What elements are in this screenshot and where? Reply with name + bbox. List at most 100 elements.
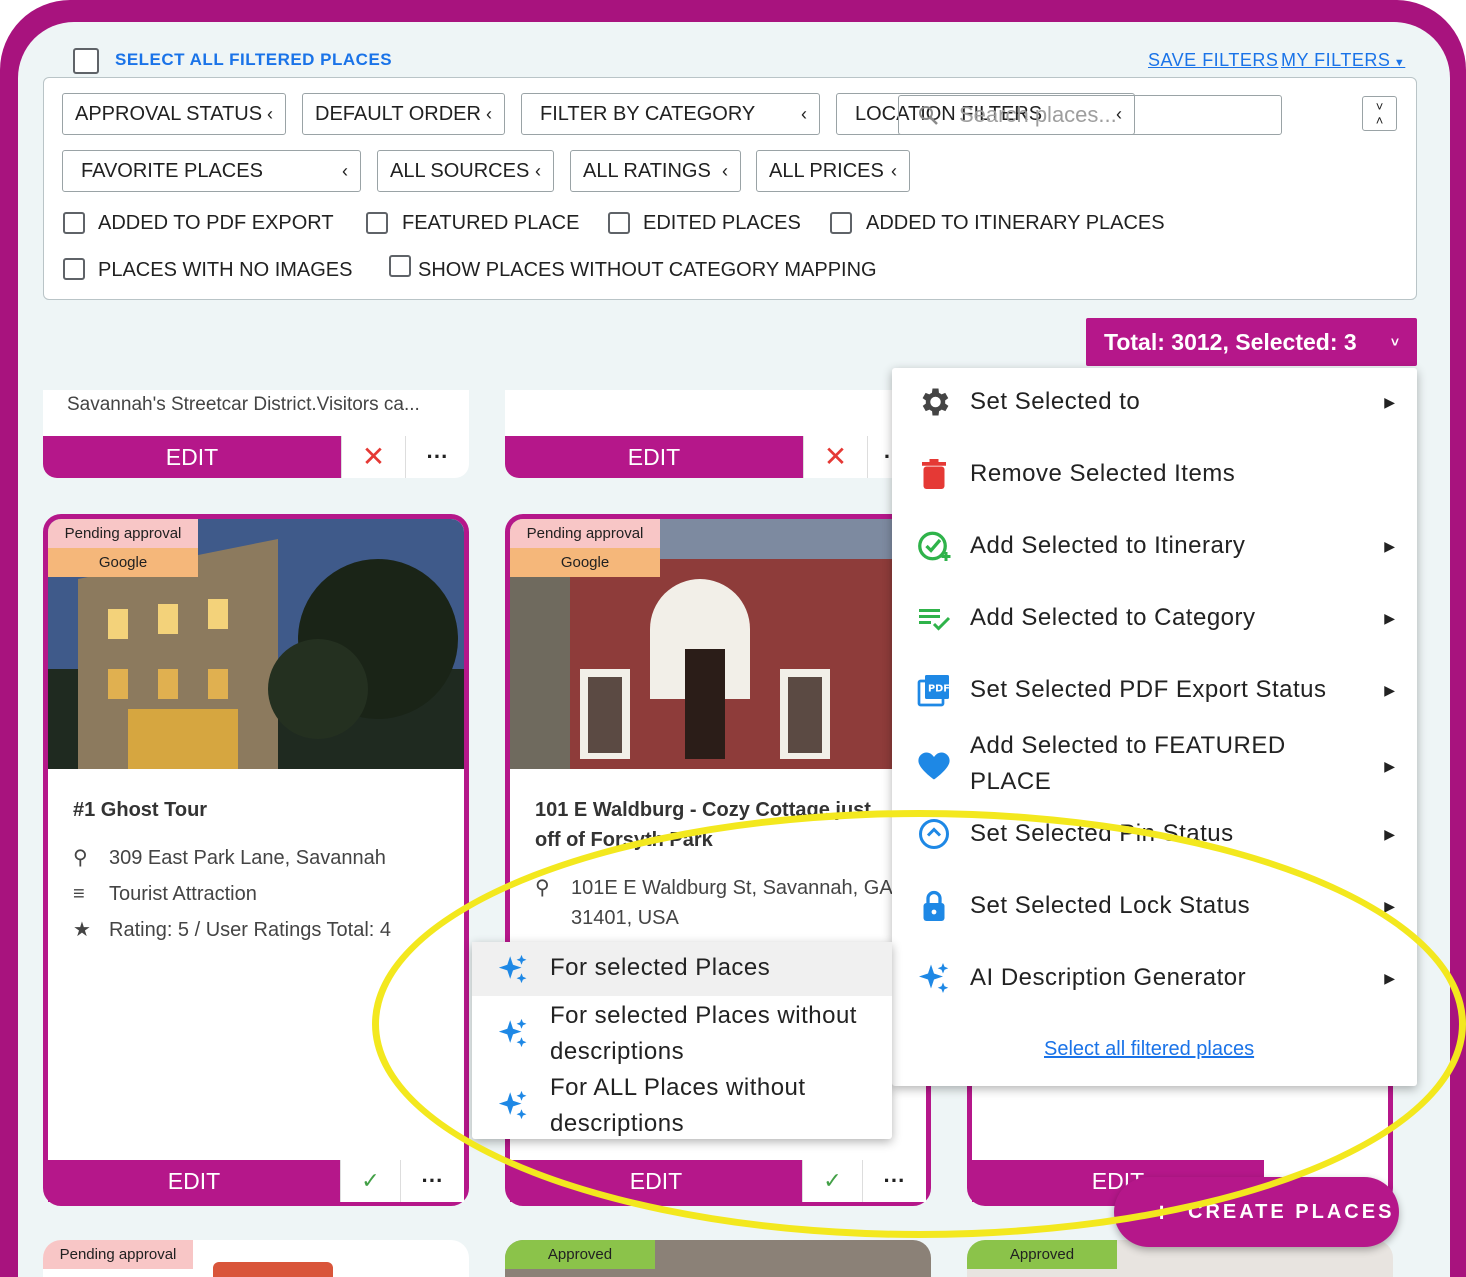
chevron-left-icon: ‹ (486, 104, 492, 124)
edit-button[interactable]: EDIT (48, 1160, 340, 1202)
caret-right-icon: ▶ (1384, 610, 1395, 626)
reject-icon[interactable]: ✕ (341, 436, 405, 478)
check-circle-plus-icon (918, 531, 951, 561)
pdf-icon: PDF (917, 675, 950, 707)
featured-place-label: FEATURED PLACE (402, 212, 580, 234)
menu-item-pdf-export-status[interactable]: PDF Set Selected PDF Export Status ▶ (892, 672, 1417, 712)
collapse-filters-button[interactable]: ˅ ˄ (1362, 96, 1397, 131)
trash-icon (922, 459, 946, 489)
menu-item-add-to-category[interactable]: Add Selected to Category ▶ (892, 600, 1417, 640)
pdf-export-label: ADDED TO PDF EXPORT (98, 212, 334, 234)
pin-icon (919, 819, 949, 849)
menu-item-label: Add Selected to FEATURED (970, 732, 1286, 759)
all-ratings-dropdown[interactable]: ALL RATINGS ‹ (570, 150, 741, 192)
status-badge: Pending approval (43, 1240, 193, 1269)
select-all-label[interactable]: SELECT ALL FILTERED PLACES (115, 50, 392, 70)
place-category: Tourist Attraction (109, 883, 257, 905)
menu-item-add-to-featured[interactable]: Add Selected to FEATURED PLACE ▶ (892, 728, 1417, 804)
submenu-item-selected-without-descriptions[interactable]: For selected Places without descriptions (472, 998, 892, 1070)
all-prices-label: ALL PRICES (769, 160, 884, 182)
menu-item-label: AI Description Generator (970, 964, 1247, 991)
favorite-places-label: FAVORITE PLACES (81, 160, 263, 182)
caret-right-icon: ▶ (1384, 758, 1395, 774)
approve-icon[interactable]: ✓ (340, 1160, 400, 1202)
menu-item-remove-selected[interactable]: Remove Selected Items (892, 456, 1417, 496)
submenu-item-label: For ALL Places without (550, 1074, 806, 1101)
filter-by-category-dropdown[interactable]: FILTER BY CATEGORY ‹ (521, 93, 820, 135)
search-input[interactable]: Search places... (898, 95, 1282, 135)
all-sources-dropdown[interactable]: ALL SOURCES ‹ (377, 150, 554, 192)
select-all-filtered-link[interactable]: Select all filtered places (1044, 1038, 1254, 1061)
place-title-line2: off of Forsyth Park (535, 829, 713, 851)
featured-place-checkbox[interactable] (366, 212, 388, 234)
submenu-item-label: For selected Places (550, 954, 771, 981)
location-pin-icon: ⚲ (73, 847, 88, 869)
caret-right-icon: ▶ (1384, 970, 1395, 986)
bulk-actions-button[interactable]: Total: 3012, Selected: 3 ˅ (1086, 318, 1417, 366)
menu-item-set-selected[interactable]: Set Selected to ▶ (892, 384, 1417, 424)
star-icon: ★ (73, 919, 91, 941)
chevron-left-icon: ‹ (891, 161, 897, 181)
edited-places-label: EDITED PLACES (643, 212, 801, 234)
filter-by-category-label: FILTER BY CATEGORY (540, 103, 756, 125)
place-card: Pending approval (43, 1240, 469, 1277)
menu-item-lock-status[interactable]: Set Selected Lock Status ▶ (892, 888, 1417, 928)
pdf-export-checkbox[interactable] (63, 212, 85, 234)
chevron-left-icon: ‹ (801, 104, 807, 124)
save-filters-link[interactable]: SAVE FILTERS (1148, 50, 1278, 71)
place-title-line1: 101 E Waldburg - Cozy Cottage just (535, 799, 871, 821)
submenu-item-selected-places[interactable]: For selected Places (472, 942, 892, 996)
menu-item-label: Set Selected to (970, 388, 1141, 415)
menu-item-add-to-itinerary[interactable]: Add Selected to Itinerary ▶ (892, 528, 1417, 568)
card-description: Savannah's Streetcar District.Visitors c… (67, 394, 420, 415)
status-badge: Pending approval (48, 519, 198, 548)
page-content: SELECT ALL FILTERED PLACES SAVE FILTERS … (18, 22, 1450, 1277)
submenu-item-label-continued: descriptions (550, 1110, 685, 1137)
more-options-icon[interactable]: ··· (405, 436, 469, 478)
favorite-places-dropdown[interactable]: FAVORITE PLACES ‹ (62, 150, 361, 192)
submenu-item-all-without-descriptions[interactable]: For ALL Places without descriptions (472, 1070, 892, 1142)
more-options-icon[interactable]: ··· (862, 1160, 926, 1202)
reject-icon[interactable]: ✕ (803, 436, 867, 478)
no-category-mapping-label: SHOW PLACES WITHOUT CATEGORY MAPPING (418, 259, 877, 281)
ai-description-submenu: For selected Places For selected Places … (472, 942, 892, 1139)
place-card: Pending approval Google #1 Ghost Tour ⚲ … (43, 514, 469, 1206)
approval-status-dropdown[interactable]: APPROVAL STATUS ‹ (62, 93, 286, 135)
status-badge: Approved (967, 1240, 1117, 1269)
my-filters-label: MY FILTERS (1281, 50, 1391, 70)
chevron-down-icon: ▼ (1390, 57, 1406, 69)
caret-right-icon: ▶ (1384, 394, 1395, 410)
chevron-left-icon: ‹ (722, 161, 728, 181)
create-places-button[interactable]: + CREATE PLACES (1114, 1177, 1399, 1247)
plus-icon: + (1154, 1197, 1173, 1227)
edit-button[interactable]: EDIT (43, 436, 341, 478)
edit-button[interactable]: EDIT (510, 1160, 802, 1202)
default-order-dropdown[interactable]: DEFAULT ORDER ‹ (302, 93, 505, 135)
source-badge: Google (510, 548, 660, 577)
caret-right-icon: ▶ (1384, 538, 1395, 554)
more-options-icon[interactable]: ··· (400, 1160, 464, 1202)
caret-right-icon: ▶ (1384, 682, 1395, 698)
chevron-left-icon: ‹ (267, 104, 273, 124)
place-title: #1 Ghost Tour (73, 799, 208, 821)
submenu-item-label-continued: descriptions (550, 1038, 685, 1065)
no-images-checkbox[interactable] (63, 258, 85, 280)
submenu-item-label: For selected Places without (550, 1002, 857, 1029)
edited-places-checkbox[interactable] (608, 212, 630, 234)
menu-item-pin-status[interactable]: Set Selected Pin Status ▶ (892, 816, 1417, 856)
chevron-left-icon: ‹ (342, 161, 348, 181)
place-rating: Rating: 5 / User Ratings Total: 4 (109, 919, 391, 941)
itinerary-places-label: ADDED TO ITINERARY PLACES (866, 212, 1165, 234)
menu-item-ai-description[interactable]: AI Description Generator ▶ (892, 960, 1417, 1000)
itinerary-places-checkbox[interactable] (830, 212, 852, 234)
my-filters-link[interactable]: MY FILTERS ▼ (1281, 50, 1405, 71)
no-images-label: PLACES WITH NO IMAGES (98, 259, 353, 281)
caret-right-icon: ▶ (1384, 826, 1395, 842)
no-category-mapping-checkbox[interactable] (389, 255, 411, 277)
status-badge: Approved (505, 1240, 655, 1269)
all-prices-dropdown[interactable]: ALL PRICES ‹ (756, 150, 910, 192)
select-all-checkbox[interactable] (73, 48, 99, 74)
sparkle-icon (498, 1090, 527, 1120)
edit-button[interactable]: EDIT (505, 436, 803, 478)
approve-icon[interactable]: ✓ (802, 1160, 862, 1202)
